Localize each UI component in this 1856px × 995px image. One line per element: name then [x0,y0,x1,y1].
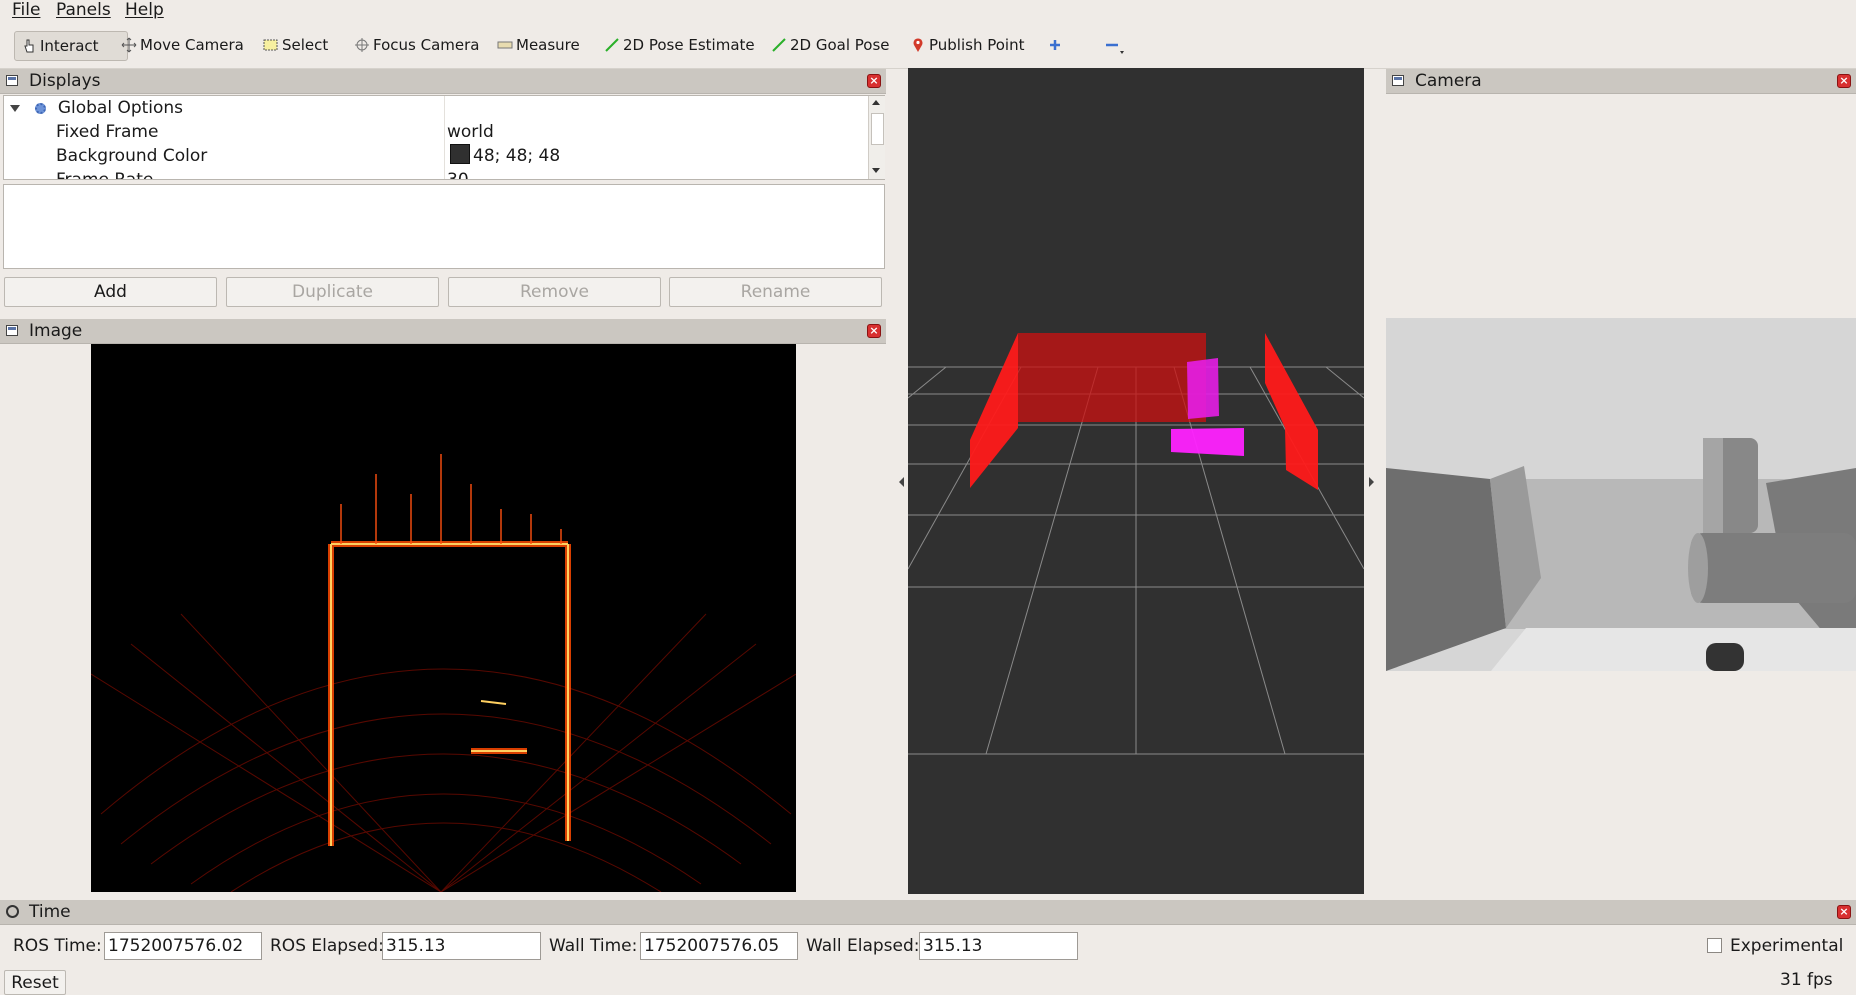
scroll-down-icon[interactable] [872,168,880,173]
goal-pose-label: 2D Goal Pose [790,36,890,54]
interact-tool-button[interactable]: Interact [14,31,128,61]
move-arrows-icon [121,37,137,53]
focus-camera-tool-button[interactable]: Focus Camera [354,31,479,59]
menu-panels[interactable]: Panels [56,0,111,22]
select-box-icon [263,37,279,53]
goal-pose-tool-button[interactable]: 2D Goal Pose [771,31,890,59]
measure-label: Measure [516,36,580,54]
hand-pointer-icon [21,38,37,54]
tree-row-global-options[interactable]: Global Options [10,96,183,120]
menu-bar: File Panels Help [0,0,1856,22]
display-description-box [3,184,885,269]
background-color-value[interactable]: 48; 48; 48 [450,144,560,168]
sonar-image-view[interactable] [91,344,796,892]
scroll-up-icon[interactable] [872,100,880,105]
wall-time-label: Wall Time: [549,936,638,956]
global-options-label: Global Options [57,98,184,118]
duplicate-button[interactable]: Duplicate [226,277,439,307]
collapse-right-icon[interactable] [1369,477,1374,487]
clock-icon [6,905,19,918]
green-arrow-icon [604,37,620,53]
close-icon[interactable]: × [867,324,881,338]
reset-button[interactable]: Reset [4,970,66,995]
background-color-text: 48; 48; 48 [473,146,561,166]
pose-estimate-tool-button[interactable]: 2D Pose Estimate [604,31,755,59]
tree-row-name: Background Color [56,146,208,166]
add-tool-button[interactable] [1047,31,1063,59]
frame-rate-value[interactable]: 30 [447,168,469,179]
color-swatch [450,144,470,164]
time-panel-header: Time × [0,900,1856,925]
add-button[interactable]: Add [4,277,217,307]
ros-time-field[interactable]: 1752007576.02 [104,932,262,960]
displays-panel-icon [6,75,18,86]
ruler-icon [497,37,513,53]
3d-render-view[interactable] [908,68,1364,894]
displays-panel-header: Displays × [0,69,886,94]
close-icon[interactable]: × [1837,905,1851,919]
pose-estimate-label: 2D Pose Estimate [623,36,755,54]
gear-icon [35,102,47,114]
collapse-left-icon[interactable] [899,477,904,487]
tree-scrollbar[interactable] [868,96,885,179]
tree-row-name: Fixed Frame [56,122,159,142]
publish-point-label: Publish Point [929,36,1025,54]
move-camera-tool-button[interactable]: Move Camera [121,31,244,59]
map-pin-icon [910,37,926,53]
green-arrow-icon [771,37,787,53]
move-camera-label: Move Camera [140,36,244,54]
publish-point-tool-button[interactable]: Publish Point [910,31,1024,59]
menu-help[interactable]: Help [125,0,164,22]
focus-camera-label: Focus Camera [373,36,480,54]
select-tool-button[interactable]: Select [263,31,328,59]
image-panel-header: Image × [0,319,886,344]
wall-elapsed-field[interactable]: 315.13 [919,932,1078,960]
sonar-image [91,454,796,892]
close-icon[interactable]: × [867,74,881,88]
crosshair-icon [354,37,370,53]
wall-elapsed-label: Wall Elapsed: [806,936,920,956]
ros-elapsed-label: ROS Elapsed: [270,936,384,956]
wall-time-field[interactable]: 1752007576.05 [640,932,798,960]
ros-elapsed-field[interactable]: 315.13 [382,932,541,960]
fps-readout: 31 fps [1780,970,1833,990]
camera-panel-header: Camera × [1386,69,1856,94]
ros-time-label: ROS Time: [13,936,102,956]
rename-button[interactable]: Rename [669,277,882,307]
scroll-thumb[interactable] [871,113,884,145]
plus-icon [1047,37,1063,53]
camera-panel-title: Camera [1415,71,1482,91]
experimental-label: Experimental [1730,936,1844,956]
experimental-checkbox[interactable] [1707,938,1722,953]
3d-scene [908,333,1364,755]
close-icon[interactable]: × [1837,74,1851,88]
camera-image [1386,318,1856,671]
fixed-frame-value[interactable]: world [447,120,494,144]
toolbar: Interact Move Camera Select Focus Camera… [0,22,1856,69]
select-label: Select [282,36,329,54]
column-divider [444,96,445,179]
interact-label: Interact [40,37,99,55]
displays-panel-title: Displays [29,71,101,91]
remove-button[interactable]: Remove [448,277,661,307]
measure-tool-button[interactable]: Measure [497,31,580,59]
image-panel-title: Image [29,321,83,341]
tree-row-name: Frame Rate [56,170,154,180]
minus-icon [1104,37,1124,54]
time-panel-title: Time [29,902,71,922]
menu-file[interactable]: File [12,0,40,22]
camera-image-view[interactable] [1386,318,1856,671]
camera-panel-icon [1392,75,1404,86]
image-panel-icon [6,325,18,336]
remove-tool-button[interactable] [1104,31,1124,59]
expand-arrow-icon[interactable] [10,104,20,112]
